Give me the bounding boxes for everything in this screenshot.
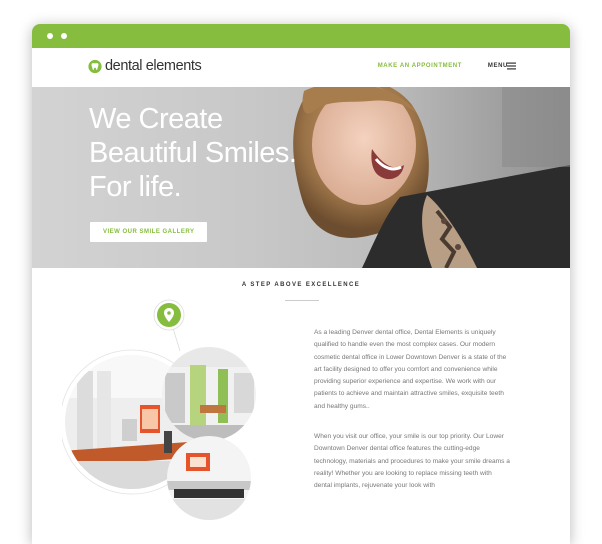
logo-wordmark: dental elements [105,58,202,74]
menu-button[interactable]: MENU [488,63,508,69]
hero-line-3: For life. [89,170,182,203]
site-logo[interactable]: dental elements [88,58,202,74]
about-body: As a leading Denver dental office, Denta… [314,327,510,511]
site-header: dental elements MAKE AN APPOINTMENT MENU [32,48,570,87]
window-dot-icon [61,33,67,39]
browser-window: dental elements MAKE AN APPOINTMENT MENU [32,24,570,544]
about-section: A STEP ABOVE EXCELLENCE As a leading Den… [32,268,570,544]
browser-titlebar [32,24,570,48]
about-paragraph-2: When you visit our office, your smile is… [314,433,510,490]
hero-banner: We Create Beautiful Smiles. For life. VI… [32,87,570,268]
menu-hamburger-icon[interactable] [507,62,516,70]
window-dot-icon [47,33,53,39]
tagline-divider [285,300,319,301]
office-photo-collage [62,299,256,520]
smile-gallery-button[interactable]: VIEW OUR SMILE GALLERY [90,222,208,242]
hero-line-1: We Create [89,103,223,135]
section-tagline: A STEP ABOVE EXCELLENCE [241,282,361,288]
about-paragraph-1: As a leading Denver dental office, Denta… [314,329,507,410]
hero-headline: We Create Beautiful Smiles. For life. [89,103,297,205]
hero-line-2: Beautiful Smiles. [89,136,297,169]
tooth-logo-icon [88,59,102,73]
make-appointment-link[interactable]: MAKE AN APPOINTMENT [378,63,462,69]
